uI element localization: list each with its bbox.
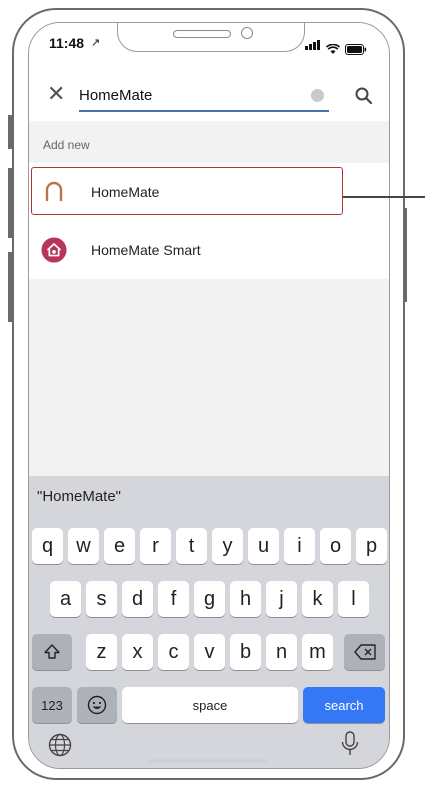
key[interactable]: n — [266, 634, 297, 670]
numbers-key[interactable]: 123 — [32, 687, 72, 723]
section-label-add-new: Add new — [43, 138, 90, 152]
notch — [117, 23, 305, 52]
side-button-volume-down — [8, 252, 12, 322]
keyboard: "HomeMate" q w e r t y u i o p a s d f g… — [29, 476, 389, 768]
key[interactable]: y — [212, 528, 243, 564]
side-button-volume-up — [8, 168, 12, 238]
search-bar: ✕ HomeMate — [29, 71, 389, 121]
location-arrow-icon: ↗ — [91, 37, 101, 49]
search-icon[interactable] — [353, 85, 375, 107]
clear-input-icon[interactable] — [311, 89, 324, 102]
battery-icon — [345, 44, 367, 55]
key[interactable]: d — [122, 581, 153, 617]
key[interactable]: s — [86, 581, 117, 617]
emoji-icon — [87, 695, 107, 715]
key[interactable]: e — [104, 528, 135, 564]
key[interactable]: b — [230, 634, 261, 670]
result-item-homemate-smart[interactable]: HomeMate Smart — [29, 221, 389, 279]
key[interactable]: f — [158, 581, 189, 617]
key[interactable]: i — [284, 528, 315, 564]
keyboard-prediction[interactable]: "HomeMate" — [37, 488, 121, 505]
homemate-smart-house-icon — [41, 237, 67, 263]
search-key[interactable]: search — [303, 687, 385, 723]
wifi-icon — [326, 44, 340, 54]
key[interactable]: k — [302, 581, 333, 617]
key[interactable]: g — [194, 581, 225, 617]
key[interactable]: u — [248, 528, 279, 564]
key[interactable]: x — [122, 634, 153, 670]
search-input-underline — [79, 110, 329, 112]
camera-icon — [241, 27, 253, 39]
key[interactable]: r — [140, 528, 171, 564]
phone-screen: 11:48 ↗ ✕ HomeMate Add new HomeMate Home… — [28, 22, 390, 769]
result-item-homemate[interactable]: HomeMate — [29, 163, 389, 221]
key[interactable]: j — [266, 581, 297, 617]
key[interactable]: z — [86, 634, 117, 670]
result-label: HomeMate Smart — [91, 242, 201, 258]
backspace-key[interactable] — [344, 634, 385, 670]
highlight-box — [31, 167, 343, 215]
key[interactable]: l — [338, 581, 369, 617]
home-indicator — [147, 759, 267, 763]
status-time: 11:48 — [49, 35, 85, 51]
status-bar: 11:48 ↗ — [29, 23, 389, 71]
side-button-power — [403, 208, 407, 302]
key[interactable]: p — [356, 528, 387, 564]
key[interactable]: o — [320, 528, 351, 564]
status-icons — [305, 37, 367, 55]
key[interactable]: c — [158, 634, 189, 670]
shift-key[interactable] — [32, 634, 72, 670]
results-list: HomeMate HomeMate Smart — [29, 163, 389, 279]
key[interactable]: h — [230, 581, 261, 617]
microphone-icon[interactable] — [339, 730, 361, 758]
search-input[interactable]: HomeMate — [79, 87, 152, 104]
key[interactable]: w — [68, 528, 99, 564]
key[interactable]: t — [176, 528, 207, 564]
backspace-icon — [353, 644, 376, 660]
emoji-key[interactable] — [77, 687, 117, 723]
key[interactable]: m — [302, 634, 333, 670]
speaker-icon — [173, 30, 231, 38]
globe-icon[interactable] — [47, 732, 73, 758]
key[interactable]: v — [194, 634, 225, 670]
shift-icon — [44, 644, 60, 659]
space-key[interactable]: space — [122, 687, 298, 723]
callout-pointer-line — [343, 196, 425, 198]
key[interactable]: a — [50, 581, 81, 617]
signal-icon — [305, 37, 321, 55]
key[interactable]: q — [32, 528, 63, 564]
close-icon[interactable]: ✕ — [47, 83, 65, 105]
side-button-silent — [8, 115, 12, 149]
